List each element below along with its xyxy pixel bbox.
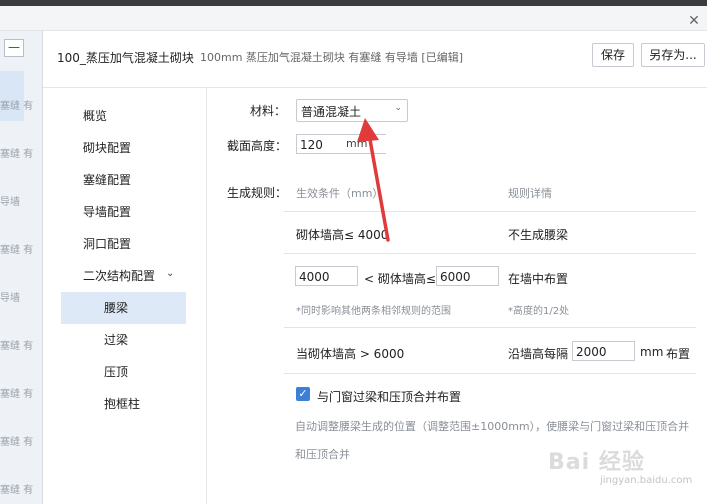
merge-description: 自动调整腰梁生成的位置（调整范围±1000mm），使腰梁与门窗过梁和压顶合并 <box>295 420 690 433</box>
rule3-detail-prefix: 沿墙高每隔 <box>508 347 569 361</box>
material-select-value: 普通混凝土 <box>301 105 362 119</box>
background-item[interactable]: 塞缝 有 <box>0 433 40 447</box>
collapse-button[interactable]: — <box>4 39 24 57</box>
background-item[interactable]: 塞缝 有 <box>0 385 40 399</box>
background-selection <box>0 71 24 121</box>
sidebar-subitem-waist-beam[interactable]: 腰梁 <box>61 292 186 324</box>
sidebar-subitem-label: 腰梁 <box>104 301 129 315</box>
sidebar-subitem-label: 抱框柱 <box>104 397 141 411</box>
section-height-label: 截面高度： <box>227 139 288 153</box>
divider <box>284 211 696 212</box>
sidebar-item-guide-wall-config[interactable]: 导墙配置 <box>83 202 131 222</box>
close-icon[interactable]: ✕ <box>687 14 701 28</box>
rule2-detail-note: *高度的1/2处 <box>508 306 570 317</box>
sidebar-item-secondary-structure[interactable]: 二次结构配置 <box>83 266 155 286</box>
annotation-arrow-icon <box>357 118 390 242</box>
background-item[interactable]: 塞缝 有 <box>0 97 40 111</box>
save-button[interactable]: 保存 <box>592 43 634 67</box>
merge-label[interactable]: 与门窗过梁和压顶合并布置 <box>317 388 461 405</box>
sidebar-item-gap-config[interactable]: 塞缝配置 <box>83 170 131 190</box>
merge-description-cont: 和压顶合并 <box>295 448 350 461</box>
background-item[interactable]: 导墙 <box>0 193 40 207</box>
sidebar-subitem-lintel[interactable]: 过梁 <box>61 324 186 356</box>
sidebar-subitem-label: 过梁 <box>104 333 129 347</box>
sidebar-item-block-config[interactable]: 砌块配置 <box>83 138 131 158</box>
divider <box>284 253 696 254</box>
background-item[interactable]: 塞缝 有 <box>0 481 40 495</box>
detail-column-header: 规则详情 <box>508 187 552 200</box>
background-item[interactable]: 塞缝 有 <box>0 145 40 159</box>
sidebar-item-overview[interactable]: 概览 <box>83 106 107 126</box>
sidebar-nav: 概览 砌块配置 塞缝配置 导墙配置 洞口配置 二次结构配置 腰梁 过梁 压顶 抱… <box>43 88 207 504</box>
rule1-detail: 不生成腰梁 <box>508 228 569 242</box>
background-item[interactable]: 塞缝 有 <box>0 241 40 255</box>
page-description: 100mm 蒸压加气混凝土砌块 有塞缝 有导墙 [已编辑] <box>200 51 463 64</box>
rule2-detail: 在墙中布置 <box>508 272 569 286</box>
sidebar-item-opening-config[interactable]: 洞口配置 <box>83 234 131 254</box>
rule2-note: *同时影响其他两条相邻规则的范围 <box>296 306 451 317</box>
chevron-down-icon[interactable]: ⌄ <box>166 268 174 279</box>
rule-label: 生成规则： <box>227 186 288 200</box>
background-item[interactable]: 导墙 <box>0 289 40 303</box>
rule3-suffix: 布置 <box>666 347 691 361</box>
background-panel: — 塞缝 有 塞缝 有 导墙 塞缝 有 导墙 塞缝 有 塞缝 有 塞缝 有 塞缝… <box>0 31 43 504</box>
rule3-unit: mm <box>640 345 664 359</box>
background-item[interactable]: 塞缝 有 <box>0 337 40 351</box>
divider <box>284 327 696 328</box>
baidu-watermark-url: jingyan.baidu.com <box>600 475 693 486</box>
merge-checkbox[interactable]: ✓ <box>296 387 310 401</box>
window-titlebar: ✕ <box>0 6 707 31</box>
save-as-button[interactable]: 另存为... <box>641 43 705 67</box>
dialog-header: 100_蒸压加气混凝土砌块 100mm 蒸压加气混凝土砌块 有塞缝 有导墙 [已… <box>43 31 707 88</box>
material-label: 材料： <box>250 104 287 118</box>
rule3-condition: 当砌体墙高 > 6000 <box>296 347 405 361</box>
sidebar-subitem-label: 压顶 <box>104 365 129 379</box>
sidebar-subitem-frame-column[interactable]: 抱框柱 <box>61 388 186 420</box>
divider <box>284 373 696 374</box>
sidebar-subitem-coping[interactable]: 压顶 <box>61 356 186 388</box>
rule2-max-input[interactable]: 6000 <box>436 266 499 286</box>
rule2-min-input[interactable]: 4000 <box>295 266 358 286</box>
rule3-interval-input[interactable]: 2000 <box>572 341 635 361</box>
baidu-watermark: Bai 经验 <box>548 450 645 475</box>
page-title: 100_蒸压加气混凝土砌块 <box>57 51 194 65</box>
rule2-condition-text: < 砌体墙高≤ <box>364 272 436 286</box>
